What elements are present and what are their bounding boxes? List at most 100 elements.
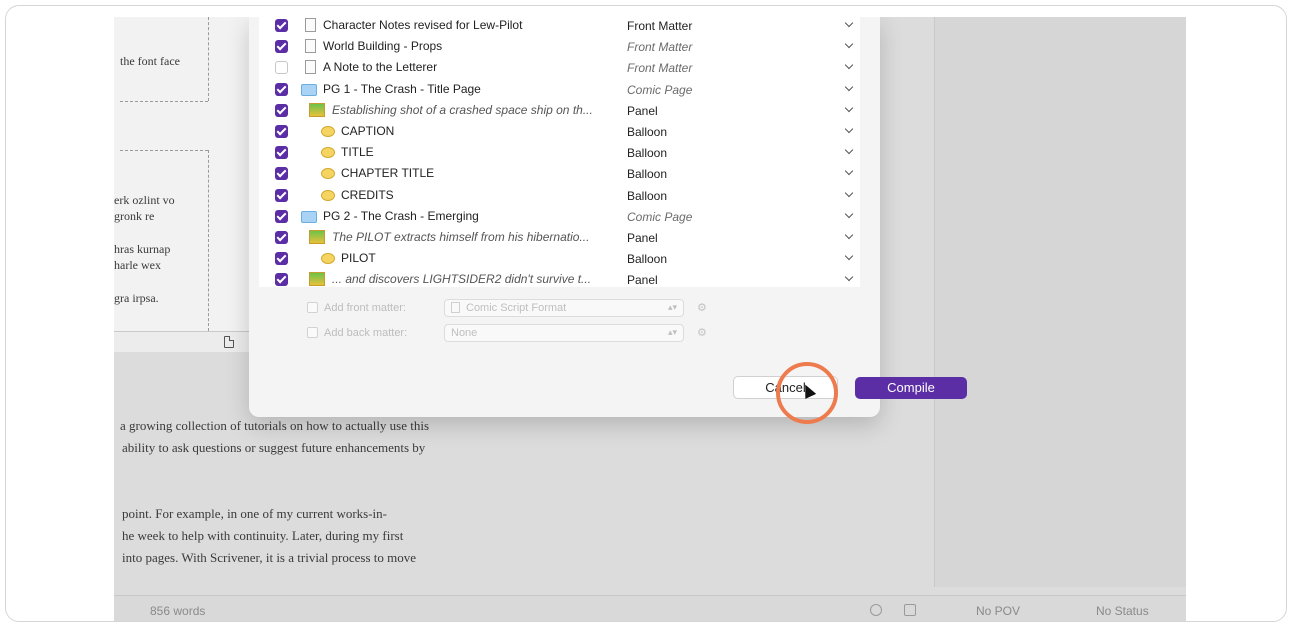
row-title: The PILOT extracts himself from his hibe…	[332, 230, 590, 244]
section-type-select[interactable]: Balloon	[627, 167, 667, 181]
section-type-select[interactable]: Panel	[627, 273, 658, 287]
section-type-select[interactable]: Balloon	[627, 189, 667, 203]
back-matter-select[interactable]: None ▴▾	[444, 324, 684, 342]
row-title: PILOT	[341, 251, 376, 266]
notes-icon[interactable]	[904, 604, 916, 616]
section-type-select[interactable]: Balloon	[627, 146, 667, 160]
include-checkbox[interactable]	[275, 209, 288, 223]
chevron-down-icon[interactable]	[844, 273, 854, 282]
doc-icon	[305, 39, 316, 54]
include-checkbox[interactable]	[275, 231, 288, 244]
left-text-line: erk ozlint vo	[114, 193, 175, 207]
chevron-down-icon[interactable]	[844, 124, 854, 134]
document-icon[interactable]	[224, 336, 234, 348]
binder-row[interactable]: PILOT Balloon	[259, 248, 860, 269]
editor-left-pane: the font face erk ozlint vo gronk re hra…	[114, 17, 251, 352]
binder-row[interactable]: A Note to the Letterer Front Matter	[259, 57, 860, 78]
chevron-down-icon[interactable]	[844, 61, 854, 70]
section-type-select[interactable]: Front Matter	[627, 40, 692, 54]
section-type-select[interactable]: Comic Page	[627, 210, 692, 224]
updown-icon: ▴▾	[667, 327, 677, 337]
include-checkbox[interactable]	[275, 40, 288, 54]
file-icon	[451, 302, 460, 313]
binder-row[interactable]: TITLE Balloon	[259, 142, 860, 163]
section-type-select[interactable]: Balloon	[627, 252, 667, 266]
chevron-down-icon[interactable]	[844, 18, 854, 28]
front-matter-checkbox[interactable]	[307, 302, 318, 313]
chevron-down-icon[interactable]	[844, 209, 854, 219]
left-text-line: gronk re	[114, 209, 155, 223]
row-title: A Note to the Letterer	[323, 60, 438, 75]
include-checkbox[interactable]	[275, 167, 288, 181]
binder-row[interactable]: World Building - Props Front Matter	[259, 36, 860, 57]
front-matter-select[interactable]: Comic Script Format ▴▾	[444, 299, 684, 317]
body-text-line: ability to ask questions or suggest futu…	[122, 440, 426, 455]
section-type-select[interactable]: Front Matter	[627, 19, 692, 33]
section-type-select[interactable]: Comic Page	[627, 83, 692, 97]
status-selector[interactable]: No Status	[1096, 604, 1149, 618]
body-text-line: he week to help with continuity. Later, …	[122, 528, 404, 543]
include-checkbox[interactable]	[275, 273, 288, 287]
binder-row[interactable]: CREDITS Balloon	[259, 185, 860, 206]
chevron-down-icon[interactable]	[844, 145, 854, 155]
row-title: PG 2 - The Crash - Emerging	[323, 208, 479, 223]
inspector-pane	[934, 17, 1186, 587]
include-checkbox[interactable]	[275, 19, 288, 32]
row-title: World Building - Props	[323, 39, 443, 54]
chevron-down-icon[interactable]	[844, 230, 854, 240]
chevron-down-icon[interactable]	[844, 39, 854, 49]
word-count: 856 words	[150, 604, 206, 618]
include-checkbox[interactable]	[275, 252, 288, 266]
panel-icon	[309, 230, 325, 244]
binder-row[interactable]: CHAPTER TITLE Balloon	[259, 163, 860, 184]
binder-row[interactable]: ... and discovers LIGHTSIDER2 didn't sur…	[259, 269, 860, 290]
section-type-select[interactable]: Panel	[627, 104, 658, 118]
binder-row[interactable]: Establishing shot of a crashed space shi…	[259, 100, 860, 121]
folder-icon	[301, 83, 317, 96]
section-type-select[interactable]: Front Matter	[627, 61, 692, 75]
panel-icon	[309, 272, 325, 287]
balloon-icon	[321, 189, 335, 201]
binder-row[interactable]: Character Notes revised for Lew-Pilot Fro…	[259, 17, 860, 36]
include-checkbox[interactable]	[275, 61, 288, 75]
chevron-down-icon[interactable]	[844, 188, 854, 197]
include-checkbox[interactable]	[275, 146, 288, 160]
binder-row[interactable]: PG 1 - The Crash - Title Page Comic Page	[259, 79, 860, 100]
divider	[120, 101, 208, 102]
left-pane-footer	[114, 331, 251, 352]
doc-icon	[305, 60, 316, 75]
divider	[208, 150, 209, 331]
include-checkbox[interactable]	[275, 188, 288, 202]
chevron-down-icon[interactable]	[844, 251, 854, 261]
body-text-line: point. For example, in one of my current…	[122, 506, 387, 521]
gear-icon[interactable]: ⚙	[697, 326, 707, 339]
back-matter-label: Add back matter:	[324, 327, 408, 339]
doc-icon	[305, 18, 316, 32]
scrivener-window: the font face erk ozlint vo gronk re hra…	[114, 17, 1186, 621]
chevron-down-icon[interactable]	[844, 103, 854, 113]
front-matter-value: Comic Script Format	[466, 302, 567, 314]
back-matter-checkbox[interactable]	[307, 327, 318, 338]
pov-selector[interactable]: No POV	[976, 604, 1020, 618]
balloon-icon	[321, 168, 335, 180]
body-text-line: a growing collection of tutorials on how…	[120, 418, 430, 433]
panel-icon	[309, 102, 325, 117]
include-checkbox[interactable]	[275, 82, 288, 96]
include-checkbox[interactable]	[275, 125, 288, 138]
body-text-line: into pages. With Scrivener, it is a triv…	[122, 550, 417, 565]
row-title: TITLE	[341, 145, 374, 160]
balloon-icon	[321, 147, 335, 159]
binder-row[interactable]: CAPTION Balloon	[259, 121, 860, 142]
folder-icon	[301, 210, 317, 223]
binder-row[interactable]: PG 2 - The Crash - Emerging Comic Page	[259, 206, 860, 227]
include-checkbox[interactable]	[275, 103, 288, 117]
gear-icon[interactable]: ⚙	[697, 301, 707, 314]
target-icon[interactable]	[870, 604, 882, 616]
binder-row[interactable]: The PILOT extracts himself from his hibe…	[259, 227, 860, 248]
section-type-select[interactable]: Panel	[627, 231, 658, 245]
compile-button[interactable]: Compile	[855, 377, 967, 399]
left-text-line: gra irpsa.	[114, 291, 159, 305]
chevron-down-icon[interactable]	[844, 82, 854, 91]
chevron-down-icon[interactable]	[844, 167, 854, 176]
section-type-select[interactable]: Balloon	[627, 125, 667, 139]
